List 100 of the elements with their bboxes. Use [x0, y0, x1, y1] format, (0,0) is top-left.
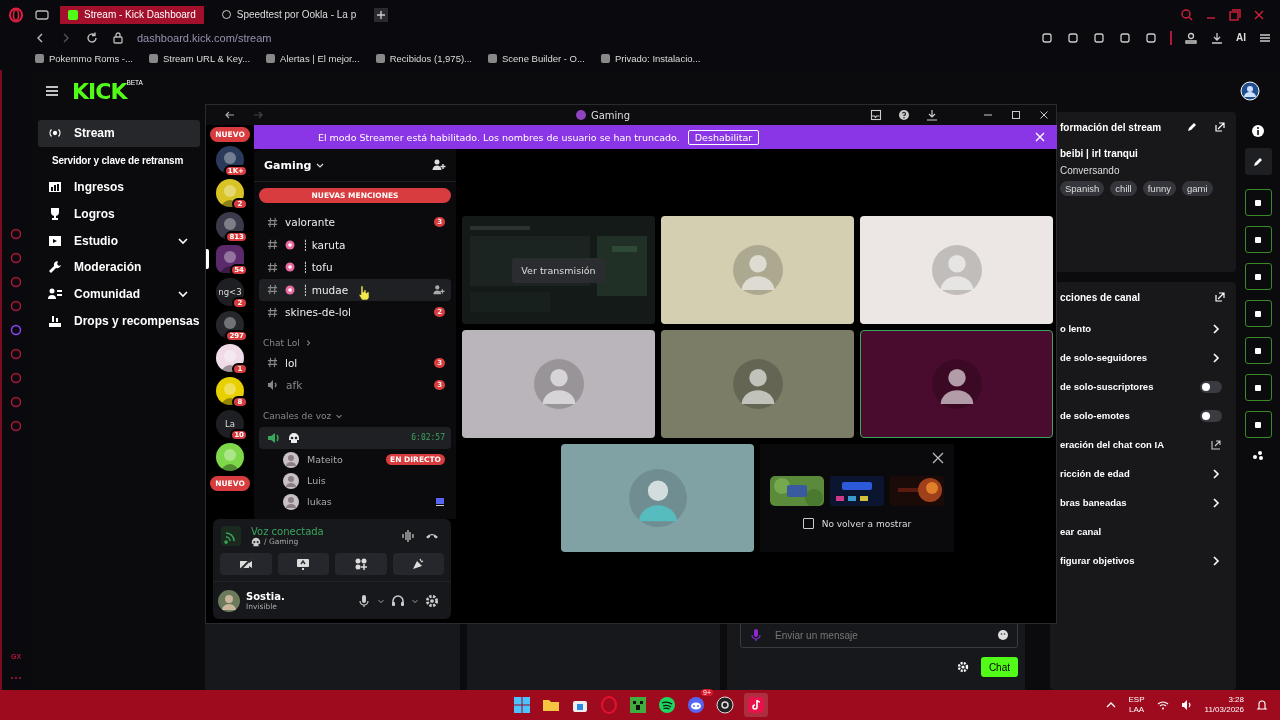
server-icon[interactable] — [216, 443, 244, 471]
chevron-right-icon[interactable] — [1210, 467, 1222, 480]
voice-status[interactable]: Voz conectada — [251, 525, 391, 537]
watch-stream-button[interactable]: Ver transmisión — [512, 257, 605, 283]
chevron-right-icon[interactable] — [1210, 554, 1222, 567]
bookmark[interactable]: Pokemmo Roms -... — [35, 52, 133, 64]
close-icon[interactable] — [932, 452, 944, 464]
browser-tab[interactable]: Speedtest por Ookla - La p — [213, 5, 365, 24]
chevron-right-icon[interactable] — [1210, 351, 1222, 364]
message-input[interactable]: Enviar un mensaje — [773, 628, 987, 642]
popout-icon[interactable] — [1214, 291, 1226, 303]
video-tile[interactable]: Ver transmisión — [462, 216, 655, 324]
restore-icon[interactable] — [1228, 7, 1242, 22]
chat-button[interactable]: Chat — [980, 657, 1018, 677]
screen-share-button[interactable] — [277, 553, 329, 575]
sidebar-app-icon[interactable] — [10, 324, 22, 336]
menu-icon[interactable] — [44, 83, 60, 99]
microphone-icon[interactable] — [357, 593, 371, 608]
close-icon[interactable] — [1038, 109, 1050, 121]
chevron-right-icon[interactable] — [1210, 496, 1222, 509]
reload-icon[interactable] — [85, 30, 99, 45]
browser-logo-icon[interactable] — [8, 6, 24, 23]
nav-item[interactable]: Moderación — [38, 254, 200, 281]
volume-icon[interactable] — [1180, 699, 1193, 711]
sidebar-app-icon[interactable] — [10, 276, 22, 288]
avatar[interactable] — [283, 451, 299, 468]
video-tile[interactable] — [462, 330, 655, 438]
tool-button[interactable] — [1244, 411, 1272, 438]
checkbox-label[interactable]: No volver a mostrar — [821, 518, 912, 529]
avatar[interactable] — [283, 472, 299, 489]
video-tile[interactable] — [860, 216, 1053, 324]
sidebar-app-icon[interactable] — [10, 300, 22, 312]
settings-icon[interactable] — [425, 593, 439, 608]
language-label[interactable]: ESP — [1128, 695, 1145, 705]
notification-icon[interactable] — [1256, 699, 1268, 711]
server-name[interactable]: Gaming — [264, 158, 312, 172]
sidebar-app-icon[interactable] — [10, 228, 22, 240]
activities-button[interactable] — [335, 553, 387, 575]
headphones-icon[interactable] — [391, 593, 405, 608]
bookmark[interactable]: Privado: Instalacio... — [600, 52, 701, 64]
user-name[interactable]: Sostia. — [246, 590, 351, 602]
category-header[interactable]: Canales de voz — [259, 406, 451, 425]
tag[interactable]: chill — [1110, 181, 1137, 196]
nav-item[interactable]: Ingresos — [38, 173, 200, 201]
add-user-icon[interactable] — [432, 158, 446, 172]
music-app-icon[interactable] — [657, 695, 677, 715]
soundboard-button[interactable] — [392, 553, 444, 575]
add-user-icon[interactable] — [433, 283, 445, 296]
category-header[interactable]: Chat Lol — [259, 333, 451, 352]
download-icon[interactable] — [1210, 30, 1224, 45]
edit-icon[interactable] — [1186, 121, 1198, 133]
soundwave-icon[interactable] — [401, 529, 415, 543]
checkbox[interactable] — [802, 518, 814, 529]
nav-item[interactable]: Servidor y clave de retransm — [38, 146, 200, 174]
channel-item[interactable]: ┊ mudae — [259, 278, 451, 301]
tool-button[interactable] — [1244, 374, 1272, 401]
video-tile[interactable] — [661, 216, 854, 324]
toggle-switch[interactable] — [1200, 409, 1222, 422]
member-name[interactable]: Mateito — [307, 454, 379, 465]
tool-button[interactable] — [1244, 300, 1272, 327]
server-icon[interactable] — [216, 146, 244, 174]
nav-item[interactable]: Logros — [38, 200, 200, 228]
member-name[interactable]: Luis — [307, 475, 445, 486]
sidebar-app-icon[interactable] — [10, 372, 22, 384]
sidebar-app-icon[interactable] — [10, 396, 22, 408]
toolbar-icon[interactable] — [1144, 30, 1158, 45]
nav-item[interactable]: Stream — [38, 120, 200, 147]
block-game-icon[interactable] — [628, 695, 648, 715]
disable-button[interactable]: Deshabilitar — [687, 129, 760, 145]
emoji-icon[interactable] — [997, 629, 1009, 641]
address-field[interactable]: dashboard.kick.com/stream — [137, 31, 272, 44]
sidebar-app-icon[interactable] — [10, 252, 22, 264]
tag[interactable]: gami — [1181, 181, 1213, 196]
clock-date[interactable]: 11/03/2026 — [1204, 705, 1244, 715]
external-link-icon[interactable] — [1210, 438, 1222, 451]
video-tile[interactable] — [661, 330, 854, 438]
server-icon[interactable] — [216, 311, 244, 339]
avatar[interactable] — [1240, 81, 1260, 101]
download-icon[interactable] — [926, 109, 938, 121]
maximize-icon[interactable] — [1010, 109, 1022, 121]
edit-button[interactable] — [1244, 148, 1272, 175]
toolbar-icon[interactable] — [1066, 30, 1080, 45]
bookmark[interactable]: Recibidos (1,975)... — [375, 52, 472, 64]
camera-off-button[interactable] — [220, 553, 272, 575]
toggle-switch[interactable] — [1200, 380, 1222, 393]
start-button[interactable] — [512, 695, 532, 715]
tool-button[interactable] — [1244, 337, 1272, 364]
bookmark[interactable]: Stream URL & Key... — [148, 52, 251, 64]
sidebar-app-icon[interactable] — [10, 420, 22, 432]
nav-item[interactable]: Comunidad — [38, 280, 200, 308]
chevron-right-icon[interactable] — [1210, 322, 1222, 335]
note-app-icon[interactable] — [744, 693, 768, 717]
browser-tab[interactable]: Stream - Kick Dashboard — [60, 5, 204, 24]
popout-icon[interactable] — [1214, 121, 1226, 133]
bookmark[interactable]: Scene Builder - O... — [488, 52, 585, 64]
search-icon[interactable] — [1180, 7, 1194, 22]
tool-button[interactable] — [1244, 189, 1272, 216]
recorder-icon[interactable] — [715, 695, 735, 715]
toolbar-icon[interactable] — [1040, 30, 1054, 45]
new-tab-icon[interactable] — [374, 7, 389, 22]
